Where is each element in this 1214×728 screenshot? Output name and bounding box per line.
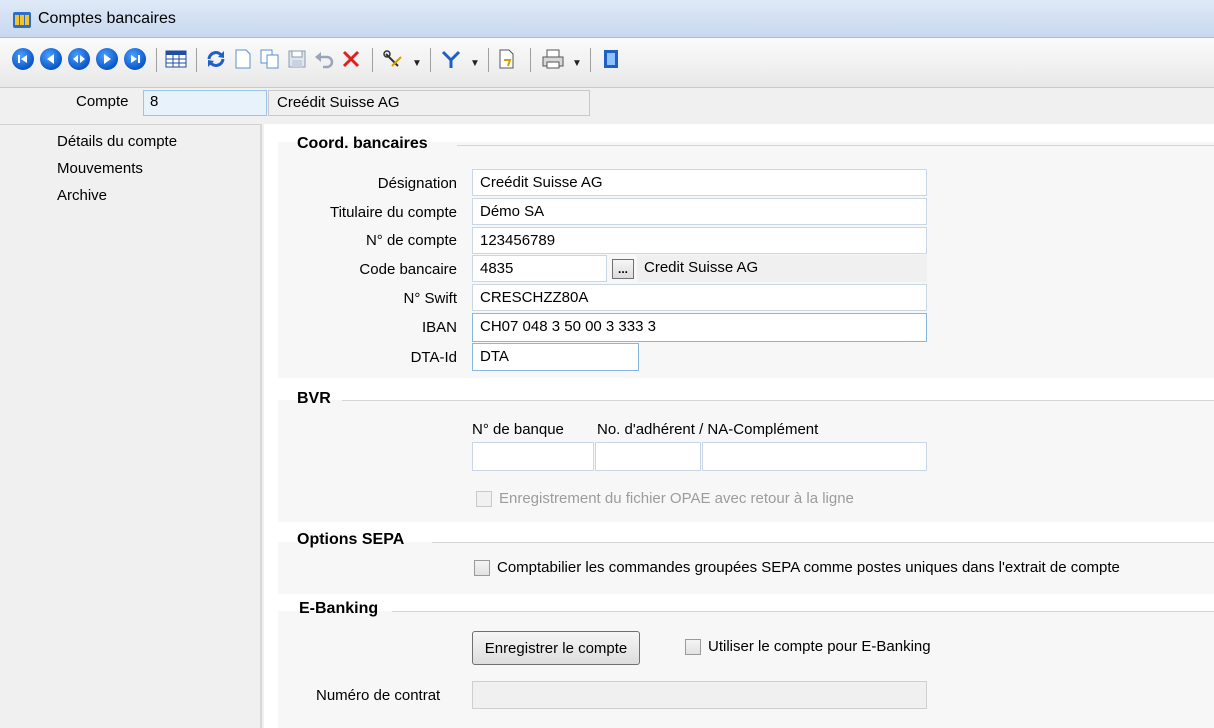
swift-field[interactable]: CRESCHZZ80A [472,284,927,311]
report-icon[interactable] [494,46,520,72]
compte-label: Compte [76,93,129,110]
numero-compte-field[interactable]: 123456789 [472,227,927,254]
exit-icon[interactable] [598,46,624,72]
sidebar-item-archive[interactable]: Archive [57,187,107,204]
section-title-coord: Coord. bancaires [297,135,428,152]
filter-icon[interactable] [438,46,464,72]
last-record-icon[interactable] [122,46,148,72]
bvr-banque-field[interactable] [472,442,594,471]
use-ebanking-checkbox[interactable] [685,639,701,655]
toolbar: ▼ ▼ ▼ [0,38,1214,88]
sidebar-item-mouvements[interactable]: Mouvements [57,160,143,177]
chevron-down-icon[interactable]: ▼ [572,58,582,69]
sidebar-item-details[interactable]: Détails du compte [57,133,177,150]
stop-icon[interactable] [66,46,92,72]
chevron-down-icon[interactable]: ▼ [412,58,422,69]
compte-name: Creédit Suisse AG [268,90,590,116]
sepa-option-checkbox[interactable] [474,560,490,576]
window-title: Comptes bancaires [38,10,176,27]
first-record-icon[interactable] [10,46,36,72]
refresh-icon[interactable] [203,46,229,72]
titulaire-field[interactable]: Démo SA [472,198,927,225]
compte-input[interactable]: 8 [143,90,267,116]
bank-name: Credit Suisse AG [637,255,927,282]
bvr-complement-field[interactable] [702,442,927,471]
iban-field[interactable]: CH07 048 3 50 00 3 333 3 [472,313,927,342]
copy-icon[interactable] [257,46,283,72]
next-record-icon[interactable] [94,46,120,72]
designation-label: Désignation [377,175,457,192]
code-bancaire-lookup-button[interactable]: ... [612,259,634,279]
bvr-adherent-field[interactable] [595,442,701,471]
dta-id-label: DTA-Id [410,349,457,366]
numero-compte-label: N° de compte [365,232,457,249]
bvr-banque-header: N° de banque [472,421,564,438]
section-title-ebanking: E-Banking [299,600,379,617]
undo-icon[interactable] [311,46,337,72]
title-bar: Comptes bancaires [0,0,1214,38]
new-document-icon[interactable] [230,46,256,72]
code-bancaire-label: Code bancaire [359,261,457,278]
swift-label: N° Swift [403,290,457,307]
print-icon[interactable] [540,46,566,72]
designation-field[interactable]: Creédit Suisse AG [472,169,927,196]
bvr-adherent-header: No. d'adhérent / NA-Complément [597,421,819,438]
previous-record-icon[interactable] [38,46,64,72]
save-icon[interactable] [284,46,310,72]
opae-label: Enregistrement du fichier OPAE avec reto… [499,490,854,507]
section-title-sepa: Options SEPA [297,531,405,548]
bank-icon [12,9,32,29]
opae-checkbox [476,491,492,507]
main-panel: Coord. bancaires Désignation Creédit Sui… [264,124,1214,728]
sidebar: Détails du compte Mouvements Archive [0,124,262,728]
register-account-button[interactable]: Enregistrer le compte [472,631,640,665]
sepa-option-label: Comptabilier les commandes groupées SEPA… [497,559,1120,576]
tools-icon[interactable] [380,46,406,72]
iban-label: IBAN [421,319,457,336]
use-ebanking-label: Utiliser le compte pour E-Banking [708,638,931,655]
section-title-bvr: BVR [297,390,331,407]
chevron-down-icon[interactable]: ▼ [470,58,480,69]
code-bancaire-field[interactable]: 4835 [472,255,607,282]
delete-icon[interactable] [338,46,364,72]
table-view-icon[interactable] [163,46,189,72]
contrat-field [472,681,927,709]
titulaire-label: Titulaire du compte [329,204,457,221]
dta-id-field[interactable]: DTA [472,343,639,371]
contrat-label: Numéro de contrat [316,687,441,704]
